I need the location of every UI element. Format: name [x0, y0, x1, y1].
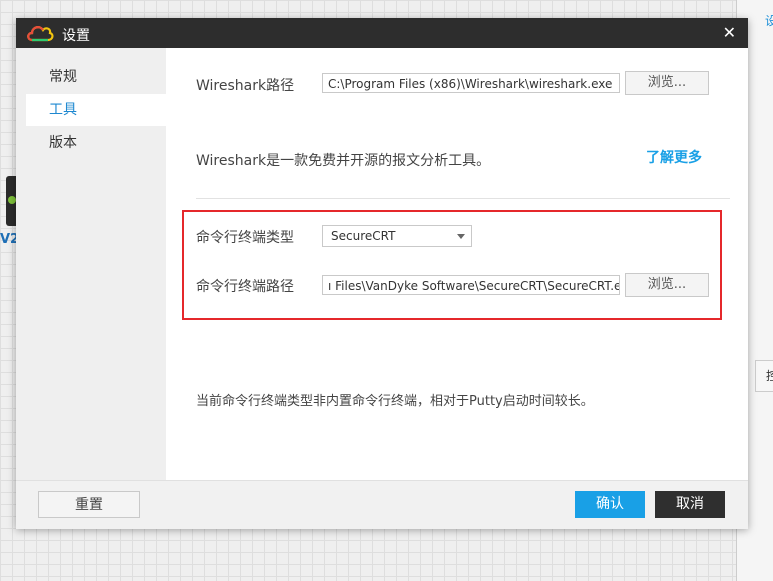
terminal-path-label: 命令行终端路径 [196, 279, 294, 295]
divider [196, 198, 730, 199]
terminal-type-label: 命令行终端类型 [196, 230, 294, 246]
chevron-down-icon [457, 234, 465, 239]
sidebar-item-general[interactable]: 常规 [16, 61, 166, 93]
cancel-button[interactable]: 取消 [655, 491, 725, 518]
wireshark-browse-button[interactable]: 浏览... [625, 71, 709, 95]
terminal-note: 当前命令行终端类型非内置命令行终端，相对于Putty启动时间较长。 [196, 394, 594, 409]
confirm-button[interactable]: 确认 [575, 491, 645, 518]
settings-dialog: 设置 ✕ 常规 工具 版本 Wireshark路径 C:\Program Fil… [16, 18, 748, 529]
device-status-icon [8, 196, 16, 204]
cloud-icon [27, 26, 54, 42]
wireshark-description: Wireshark是一款免费并开源的报文分析工具。 [196, 153, 491, 169]
sidebar-item-version[interactable]: 版本 [16, 127, 166, 159]
terminal-type-value: SecureCRT [331, 229, 396, 243]
sidebar-item-tools[interactable]: 工具 [26, 94, 166, 126]
dialog-titlebar: 设置 ✕ [16, 18, 748, 48]
reset-button[interactable]: 重置 [38, 491, 140, 518]
close-icon[interactable]: ✕ [723, 23, 736, 42]
terminal-path-input[interactable]: ı Files\VanDyke Software\SecureCRT\Secur… [322, 275, 620, 295]
settings-sidebar: 常规 工具 版本 [16, 48, 166, 480]
terminal-type-select[interactable]: SecureCRT [322, 225, 472, 247]
dialog-footer: 重置 确认 取消 [16, 480, 748, 529]
wireshark-path-label: Wireshark路径 [196, 78, 295, 94]
right-panel-text: 设 [765, 14, 773, 28]
wireshark-path-input[interactable]: C:\Program Files (x86)\Wireshark\wiresha… [322, 73, 620, 93]
tools-panel: Wireshark路径 C:\Program Files (x86)\Wires… [166, 48, 748, 480]
terminal-browse-button[interactable]: 浏览... [625, 273, 709, 297]
dialog-title: 设置 [62, 28, 90, 44]
learn-more-link[interactable]: 了解更多 [646, 147, 702, 167]
right-panel-tab[interactable]: 控 [755, 360, 773, 392]
